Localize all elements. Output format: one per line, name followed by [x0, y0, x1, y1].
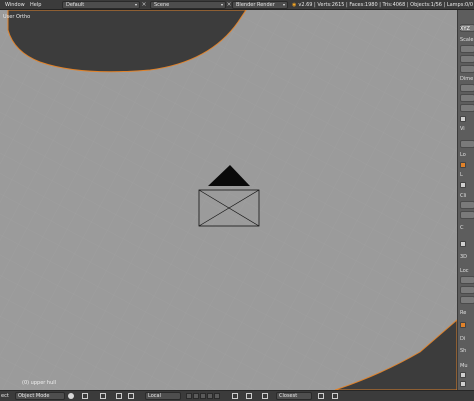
menu-window[interactable]: Window	[5, 2, 25, 8]
dim-field-y[interactable]	[460, 94, 474, 102]
select-menu[interactable]: ect	[1, 393, 9, 401]
translate-icon[interactable]	[116, 393, 122, 399]
chevron-down-icon: ▾	[282, 2, 285, 7]
dim-field-z[interactable]	[460, 104, 474, 112]
rotate-icon[interactable]	[128, 393, 134, 399]
layer-button[interactable]	[193, 393, 199, 399]
viewport-canvas	[0, 10, 457, 390]
clip-end-field[interactable]	[460, 211, 474, 219]
scale-field-z[interactable]	[460, 65, 474, 73]
shading-sphere-icon[interactable]	[68, 393, 74, 399]
layer-button[interactable]	[186, 393, 192, 399]
top-header-bar: Window Help Default ▾ × Scene ▾ × Blende…	[0, 0, 474, 10]
mode-dropdown[interactable]: Object Mode	[15, 392, 65, 400]
lock-label: Lo	[460, 152, 466, 158]
checkbox[interactable]	[460, 381, 466, 387]
lock-toggle[interactable]	[460, 162, 466, 168]
view-field[interactable]	[460, 140, 474, 148]
checkbox[interactable]	[460, 241, 466, 247]
snap-target-dropdown[interactable]: Closest	[276, 392, 312, 400]
local-label: L	[460, 172, 463, 178]
chevron-down-icon: ▾	[220, 2, 223, 7]
dim-field-x[interactable]	[460, 84, 474, 92]
layer-button[interactable]	[207, 393, 213, 399]
render-icon[interactable]	[332, 393, 338, 399]
view-label: User Ortho	[3, 14, 31, 20]
render-engine-dropdown[interactable]: Blender Render ▾	[232, 1, 288, 9]
scene-dropdown-value: Scene	[154, 2, 170, 8]
orientation-value: Local	[148, 393, 161, 399]
scene-stats: ◉ v2.69 | Verts:2615 | Faces:1980 | Tris:…	[292, 2, 473, 8]
layer-button[interactable]	[214, 393, 220, 399]
scene-stats-text: v2.69 | Verts:2615 | Faces:1980 | Tris:4…	[298, 2, 474, 8]
scale-field-y[interactable]	[460, 55, 474, 63]
dimensions-label: Dime	[460, 76, 474, 82]
multires-label: Mu	[460, 363, 468, 369]
scale-field-x[interactable]	[460, 45, 474, 53]
snap-target-value: Closest	[279, 393, 298, 399]
render-toggle[interactable]	[460, 322, 466, 328]
location-label: Loc	[460, 268, 469, 274]
manipulator-icon[interactable]	[100, 393, 106, 399]
3d-viewport[interactable]: User Ortho (0) upper hull	[0, 10, 457, 390]
pivot-icon[interactable]	[82, 393, 88, 399]
blender-logo-icon: ◉	[292, 2, 297, 8]
properties-panel[interactable]: XYZ Scale Dime Vi Lo L Cli C 3D Loc Re D…	[457, 10, 474, 390]
orientation-dropdown[interactable]: Local	[145, 392, 181, 400]
loc-field-x[interactable]	[460, 276, 474, 284]
checkbox[interactable]	[460, 116, 466, 122]
render-label: Re	[460, 310, 467, 316]
loc-field-z[interactable]	[460, 296, 474, 304]
checkbox[interactable]	[460, 372, 466, 378]
scene-dropdown[interactable]: Scene ▾	[150, 1, 226, 9]
layer-button[interactable]	[200, 393, 206, 399]
bottom-header-bar: ect Object Mode Local Closest	[0, 390, 474, 401]
object-label: (0) upper hull	[22, 380, 57, 386]
close-icon[interactable]: ×	[141, 1, 147, 8]
cursor-label: C	[460, 225, 464, 231]
proportional-edit-icon[interactable]	[246, 393, 252, 399]
scale-label: Scale	[460, 37, 474, 43]
clip-label: Cli	[460, 193, 467, 199]
object-mode-value: Object Mode	[18, 393, 50, 399]
layout-dropdown[interactable]: Default ▾	[62, 1, 140, 9]
render-engine-value: Blender Render	[236, 2, 275, 8]
lock-icon[interactable]	[232, 393, 238, 399]
clip-start-field[interactable]	[460, 201, 474, 209]
chevron-down-icon: ▾	[134, 2, 137, 7]
loc-field-y[interactable]	[460, 286, 474, 294]
shading-label: Sh	[460, 348, 467, 354]
layout-dropdown-value: Default	[66, 2, 85, 8]
menu-help[interactable]: Help	[30, 2, 41, 8]
display-label: Di	[460, 336, 466, 342]
3d-cursor-label: 3D	[460, 254, 468, 260]
snap-magnet-icon[interactable]	[262, 393, 268, 399]
view-label: Vi	[460, 126, 465, 132]
snap-align-icon[interactable]	[318, 393, 324, 399]
xyz-label: XYZ	[460, 26, 470, 32]
local-checkbox[interactable]	[460, 182, 466, 188]
